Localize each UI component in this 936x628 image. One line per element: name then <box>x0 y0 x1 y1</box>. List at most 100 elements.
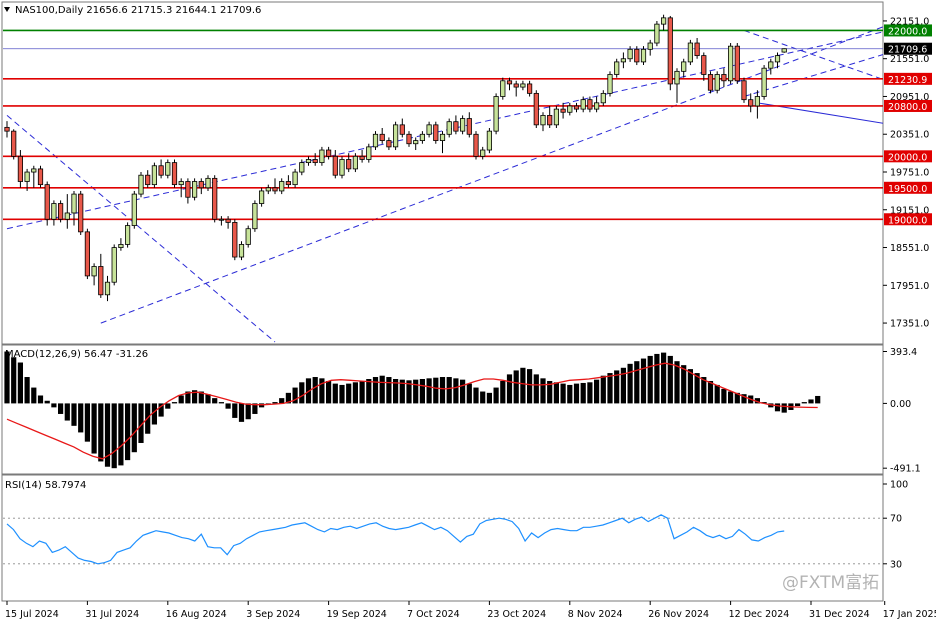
candle-11 <box>78 190 84 235</box>
candle-body-13 <box>91 266 97 277</box>
candle-body-66 <box>446 121 452 135</box>
rsi-tick-label-0: 100 <box>890 480 908 491</box>
macd-bar-108 <box>728 391 734 404</box>
candle-79 <box>533 90 539 128</box>
current-price-label: 21709.6 <box>888 45 927 56</box>
macd-bar-77 <box>520 367 526 404</box>
macd-bar-16 <box>111 403 117 469</box>
candle-body-51 <box>346 159 352 170</box>
candle-body-36 <box>245 228 251 245</box>
candle-64 <box>433 121 439 144</box>
candle-72 <box>486 127 493 154</box>
candle-body-0 <box>4 126 10 132</box>
macd-bar-101 <box>681 365 687 404</box>
macd-bar-61 <box>413 379 419 404</box>
macd-bar-68 <box>460 379 466 404</box>
candle-109 <box>734 43 740 84</box>
macd-bar-10 <box>71 403 77 426</box>
candle-body-56 <box>379 133 385 141</box>
macd-bar-66 <box>446 377 452 404</box>
candle-body-107 <box>721 74 727 82</box>
candle-body-106 <box>714 74 720 91</box>
price-tick-label-3: 20351.0 <box>890 130 929 141</box>
macd-bar-73 <box>493 387 499 404</box>
candle-22 <box>151 162 157 188</box>
candle-body-44 <box>299 162 305 173</box>
price-tick-label-6: 18551.0 <box>890 243 929 254</box>
candle-body-42 <box>285 181 292 186</box>
candle-body-109 <box>734 45 740 82</box>
macd-bar-32 <box>218 402 224 404</box>
macd-bar-120 <box>808 399 814 404</box>
macd-bar-94 <box>634 361 640 404</box>
candle-body-1 <box>11 130 17 157</box>
candle-body-96 <box>647 42 653 50</box>
time-label-3: 3 Sep 2024 <box>246 609 300 620</box>
macd-bar-5 <box>37 395 44 404</box>
macd-bar-40 <box>272 402 278 404</box>
candle-31 <box>212 175 218 223</box>
candle-body-70 <box>473 133 479 157</box>
candle-94 <box>634 46 640 66</box>
candle-body-14 <box>98 266 104 296</box>
level-label-1: 21230.9 <box>888 75 927 86</box>
candle-body-75 <box>506 80 513 85</box>
candle-body-110 <box>741 80 747 101</box>
candle-body-52 <box>352 155 359 170</box>
candle-body-91 <box>614 61 620 75</box>
candle-106 <box>714 71 720 94</box>
candle-5 <box>37 165 44 188</box>
candle-body-16 <box>111 247 117 283</box>
candle-55 <box>372 131 379 151</box>
candle-body-37 <box>252 203 258 230</box>
macd-bar-7 <box>51 403 57 408</box>
candle-body-17 <box>118 244 124 248</box>
macd-bar-107 <box>721 388 727 404</box>
macd-bar-95 <box>640 358 647 404</box>
macd-bar-19 <box>131 403 137 453</box>
macd-bar-118 <box>795 403 801 407</box>
candle-113 <box>761 65 767 100</box>
candle-body-72 <box>486 130 493 151</box>
macd-bar-83 <box>560 383 566 404</box>
candle-91 <box>614 58 620 78</box>
price-tick-label-8: 17351.0 <box>890 319 929 330</box>
candle-body-40 <box>272 187 278 192</box>
candle-body-111 <box>748 99 754 107</box>
watermark-text: @FXTM富拓 <box>782 573 879 593</box>
macd-bar-63 <box>426 378 432 404</box>
candle-body-113 <box>761 67 767 97</box>
candle-body-59 <box>399 124 405 135</box>
candle-body-80 <box>540 115 546 126</box>
macd-bar-50 <box>339 384 345 404</box>
candle-body-39 <box>265 187 271 192</box>
time-label-11: 17 Jan 2025 <box>883 609 936 620</box>
price-tick-label-1: 21551.0 <box>890 54 929 65</box>
time-label-9: 12 Dec 2024 <box>729 609 790 620</box>
macd-bar-14 <box>98 403 104 462</box>
candle-116 <box>781 48 787 53</box>
candle-25 <box>171 159 178 188</box>
candle-body-83 <box>560 108 566 113</box>
candle-body-76 <box>513 83 519 88</box>
candle-body-49 <box>332 155 338 176</box>
candle-body-3 <box>24 171 30 182</box>
candle-body-53 <box>359 155 365 160</box>
candle-body-71 <box>480 149 486 157</box>
candle-body-58 <box>392 124 399 148</box>
candle-73 <box>493 93 499 135</box>
candle-58 <box>392 121 399 151</box>
candle-body-67 <box>453 121 459 132</box>
candle-body-38 <box>258 190 265 204</box>
candle-97 <box>654 20 660 47</box>
time-label-1: 31 Jul 2024 <box>85 609 139 620</box>
candle-body-74 <box>500 80 506 97</box>
time-label-0: 15 Jul 2024 <box>5 609 59 620</box>
candle-1 <box>11 129 17 160</box>
macd-bar-13 <box>91 403 97 454</box>
candle-body-102 <box>687 42 694 63</box>
macd-bar-26 <box>178 395 184 404</box>
macd-bar-4 <box>31 387 37 404</box>
macd-bar-62 <box>419 379 425 404</box>
macd-bar-52 <box>352 382 358 404</box>
